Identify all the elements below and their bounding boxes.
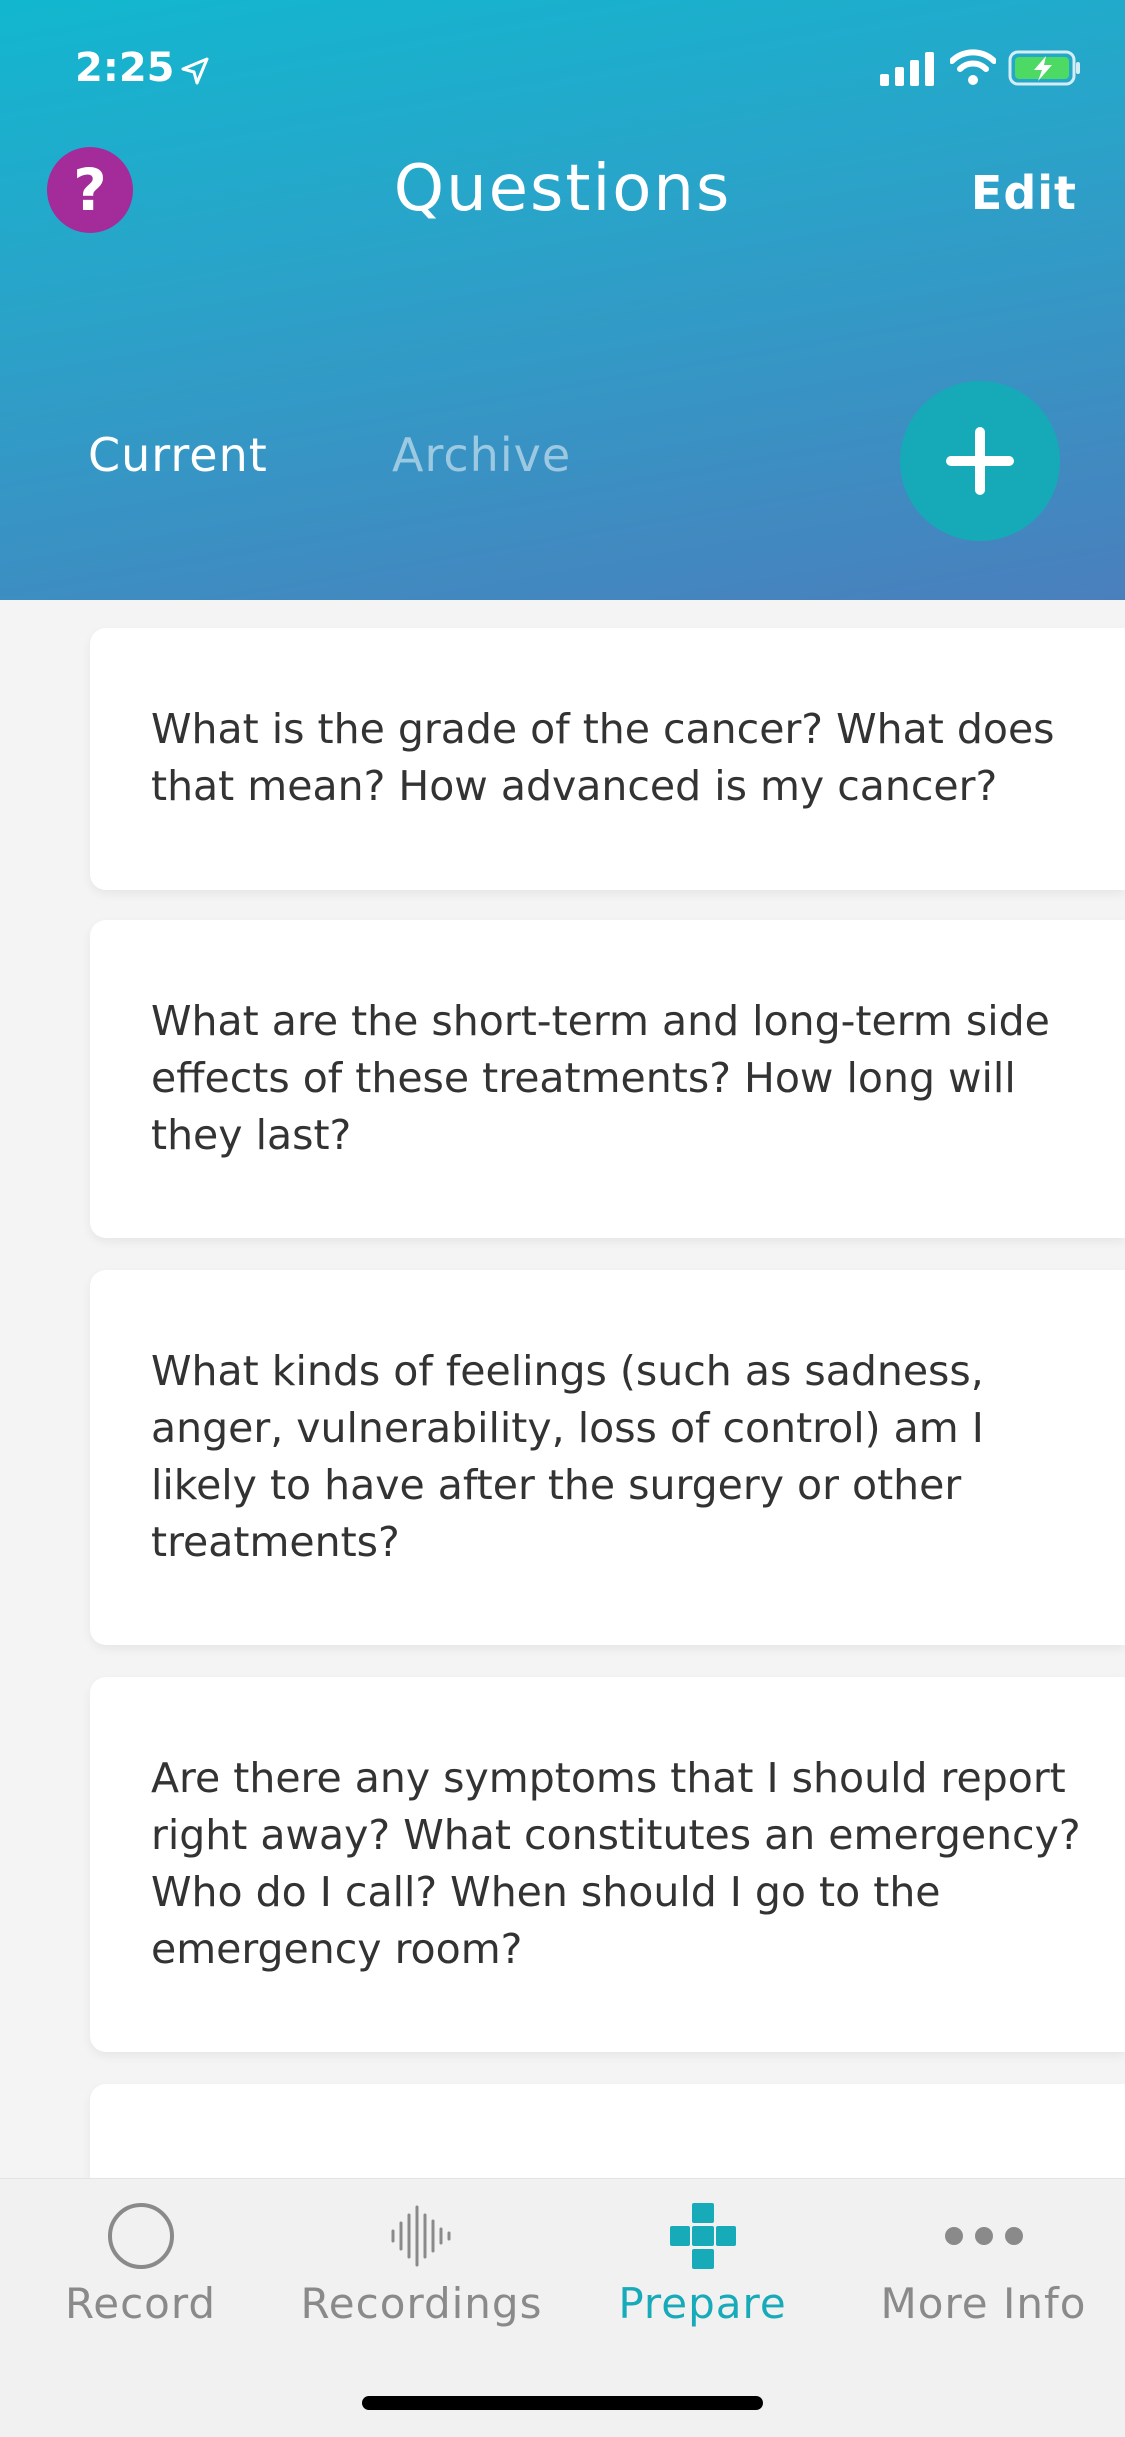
nav-item-prepare[interactable]: Prepare [562, 2179, 843, 2379]
ellipsis-icon [944, 2227, 1023, 2245]
wifi-icon [950, 49, 996, 85]
nav-item-recordings[interactable]: Recordings [281, 2179, 562, 2379]
cellular-signal-icon [880, 52, 934, 86]
question-list[interactable]: What is the grade of the cancer? What do… [0, 600, 1125, 2178]
add-question-button[interactable] [900, 381, 1060, 541]
plus-icon [946, 427, 1014, 495]
question-card[interactable]: Are there any symptoms that I should rep… [90, 1677, 1125, 2052]
circle-icon [107, 2203, 174, 2269]
nav-item-record[interactable]: Record [0, 2179, 281, 2379]
nav-item-more-info[interactable]: More Info [843, 2179, 1124, 2379]
question-card[interactable]: What are the short-term and long-term si… [90, 920, 1125, 1238]
question-card[interactable]: What is the grade of the cancer? What do… [90, 628, 1125, 890]
waveform-icon [391, 2205, 450, 2267]
status-time: 2:25 [75, 45, 175, 91]
nav-label-record: Record [64, 2279, 217, 2328]
cross-icon [669, 2203, 736, 2269]
edit-button[interactable]: Edit [971, 166, 1077, 220]
question-card[interactable]: What kinds of feelings (such as sadness,… [90, 1270, 1125, 1645]
header: 2:25 ? Questions Edit Current Archive [0, 0, 1125, 600]
question-text: What are the short-term and long-term si… [151, 997, 1050, 1159]
question-text: Are there any symptoms that I should rep… [151, 1754, 1081, 1973]
location-arrow-icon [181, 57, 209, 85]
nav-label-more-info: More Info [880, 2279, 1087, 2328]
page-title: Questions [393, 152, 732, 226]
battery-charging-icon [1008, 50, 1080, 86]
home-indicator[interactable] [362, 2396, 763, 2410]
tab-archive[interactable]: Archive [392, 428, 571, 482]
question-text: What kinds of feelings (such as sadness,… [151, 1347, 984, 1566]
nav-label-recordings: Recordings [300, 2279, 543, 2328]
question-text: What is the grade of the cancer? What do… [151, 705, 1055, 810]
nav-label-prepare: Prepare [618, 2279, 787, 2328]
question-card-partial[interactable] [90, 2084, 1125, 2178]
status-bar: 2:25 [0, 0, 1125, 140]
tab-current[interactable]: Current [88, 428, 268, 482]
